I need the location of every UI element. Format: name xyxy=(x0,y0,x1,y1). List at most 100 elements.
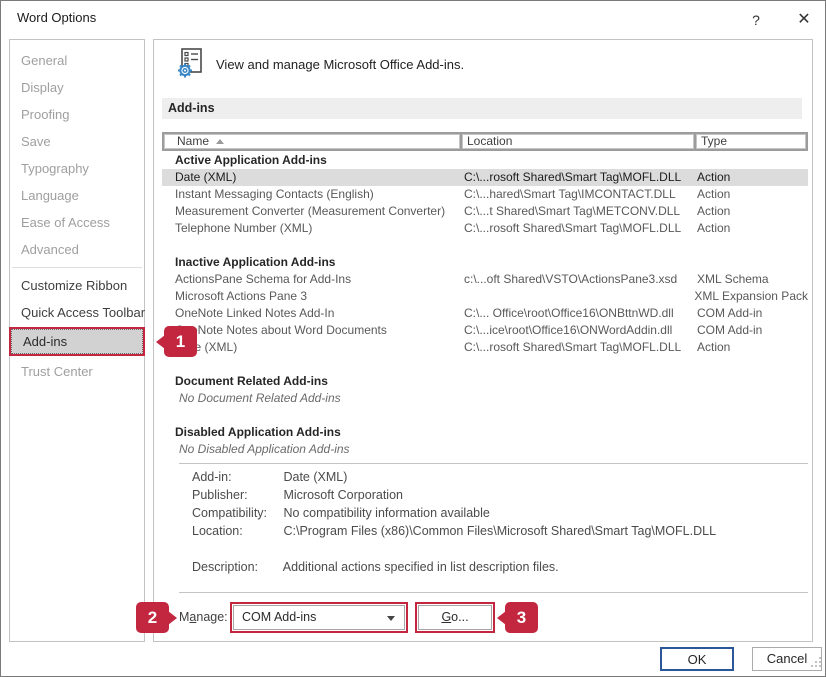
cell-location xyxy=(459,288,692,305)
annotation-step-1-number: 1 xyxy=(176,330,185,353)
go-button-accel: G xyxy=(441,610,451,624)
cell-type: COM Add-in xyxy=(694,322,808,339)
cell-type: Action xyxy=(694,186,808,203)
cell-location: c:\...oft Shared\VSTO\ActionsPane3.xsd xyxy=(460,271,694,288)
detail-label: Description: xyxy=(192,558,280,576)
window-title: Word Options xyxy=(17,10,96,25)
cell-location: C:\...hared\Smart Tag\IMCONTACT.DLL xyxy=(460,186,694,203)
annotation-step-3-number: 3 xyxy=(517,608,526,628)
go-button-suffix: o... xyxy=(451,610,468,624)
sidebar-item-add-ins[interactable]: Add-ins 1 xyxy=(11,329,143,354)
detail-value: Additional actions specified in list des… xyxy=(283,560,559,574)
cell-name: Date (XML) xyxy=(162,169,460,186)
group-header-active: Active Application Add-ins xyxy=(162,152,808,169)
manage-dropdown-value: COM Add-ins xyxy=(242,610,316,624)
sidebar-item-typography[interactable]: Typography xyxy=(10,155,144,182)
sidebar-item-customize-ribbon[interactable]: Customize Ribbon xyxy=(10,272,144,299)
detail-row-add-in: Add-in: Date (XML) xyxy=(192,468,716,486)
section-header: Add-ins xyxy=(162,98,802,119)
annotation-step-2-badge: 2 xyxy=(136,602,169,633)
table-header: Name Location Type xyxy=(162,132,808,151)
sidebar-item-advanced[interactable]: Advanced xyxy=(10,236,144,263)
manage-label: Manage: xyxy=(179,602,228,633)
detail-label: Compatibility: xyxy=(192,504,280,522)
column-header-location[interactable]: Location xyxy=(462,134,694,149)
cell-type: Action xyxy=(694,203,808,220)
ok-button[interactable]: OK xyxy=(660,647,734,671)
empty-note-label: No Document Related Add-ins xyxy=(162,390,341,407)
sidebar-item-trust-center[interactable]: Trust Center xyxy=(10,358,144,385)
add-ins-gear-icon xyxy=(174,48,204,80)
sidebar-item-save[interactable]: Save xyxy=(10,128,144,155)
empty-group-note: No Document Related Add-ins xyxy=(162,390,808,407)
sidebar: General Display Proofing Save Typography… xyxy=(9,39,145,642)
cell-location: C:\...ice\root\Office16\ONWordAddin.dll xyxy=(460,322,694,339)
group-header-disabled: Disabled Application Add-ins xyxy=(162,424,808,441)
cell-name: ActionsPane Schema for Add-Ins xyxy=(162,271,460,288)
manage-dropdown[interactable]: COM Add-ins xyxy=(233,605,405,630)
main-panel: View and manage Microsoft Office Add-ins… xyxy=(153,39,813,642)
table-row[interactable]: Telephone Number (XML) C:\...rosoft Shar… xyxy=(162,220,808,237)
cell-type: Action xyxy=(694,220,808,237)
manage-label-prefix: M xyxy=(179,610,189,624)
cell-name: OneNote Notes about Word Documents xyxy=(162,322,460,339)
annotation-box-manage-dropdown: COM Add-ins xyxy=(230,602,408,633)
cell-location: C:\...t Shared\Smart Tag\METCONV.DLL xyxy=(460,203,694,220)
sidebar-divider xyxy=(12,267,142,268)
annotation-arrow-left-icon xyxy=(156,335,165,349)
cell-location: C:\... Office\root\Office16\ONBttnWD.dll xyxy=(460,305,694,322)
table-row[interactable]: OneNote Notes about Word Documents C:\..… xyxy=(162,322,808,339)
cell-type: XML Expansion Pack xyxy=(691,288,808,305)
manage-row: 2 Manage: COM Add-ins Go... 3 xyxy=(154,602,814,634)
group-header-label: Document Related Add-ins xyxy=(162,373,328,390)
page-header: View and manage Microsoft Office Add-ins… xyxy=(174,48,464,80)
cell-type: XML Schema xyxy=(694,271,808,288)
group-header-inactive: Inactive Application Add-ins xyxy=(162,254,808,271)
page-description: View and manage Microsoft Office Add-ins… xyxy=(216,57,464,72)
detail-row-publisher: Publisher: Microsoft Corporation xyxy=(192,486,716,504)
annotation-box-go-button: Go... xyxy=(415,602,495,633)
table-row[interactable]: Measurement Converter (Measurement Conve… xyxy=(162,203,808,220)
row-spacer xyxy=(162,237,808,254)
annotation-arrow-right-icon xyxy=(168,611,177,625)
add-in-details: Add-in: Date (XML) Publisher: Microsoft … xyxy=(192,468,716,576)
table-row[interactable]: Date (XML) C:\...rosoft Shared\Smart Tag… xyxy=(162,169,808,186)
table-row[interactable]: Time (XML) C:\...rosoft Shared\Smart Tag… xyxy=(162,339,808,356)
column-header-name[interactable]: Name xyxy=(164,134,460,149)
add-ins-list: Active Application Add-ins Date (XML) C:… xyxy=(162,152,808,458)
row-spacer xyxy=(162,356,808,373)
annotation-arrow-left-icon xyxy=(497,611,506,625)
sort-ascending-icon xyxy=(216,139,224,144)
manage-divider xyxy=(179,592,808,593)
close-icon[interactable]: ✕ xyxy=(791,7,817,33)
detail-row-description: Description: Additional actions specifie… xyxy=(192,558,716,576)
cell-name: Instant Messaging Contacts (English) xyxy=(162,186,460,203)
annotation-step-1-badge: 1 xyxy=(164,326,197,357)
detail-value: Date (XML) xyxy=(283,470,347,484)
table-row[interactable]: ActionsPane Schema for Add-Ins c:\...oft… xyxy=(162,271,808,288)
annotation-step-2-number: 2 xyxy=(148,608,157,628)
cell-name: Telephone Number (XML) xyxy=(162,220,460,237)
sidebar-item-display[interactable]: Display xyxy=(10,74,144,101)
cell-name: Measurement Converter (Measurement Conve… xyxy=(162,203,460,220)
go-button[interactable]: Go... xyxy=(418,605,492,630)
sidebar-item-language[interactable]: Language xyxy=(10,182,144,209)
sidebar-item-general[interactable]: General xyxy=(10,47,144,74)
word-options-dialog: Word Options ? ✕ General Display Proofin… xyxy=(0,0,826,677)
column-header-type[interactable]: Type xyxy=(696,134,806,149)
cell-name: Microsoft Actions Pane 3 xyxy=(162,288,459,305)
sidebar-item-ease-of-access[interactable]: Ease of Access xyxy=(10,209,144,236)
detail-value: Microsoft Corporation xyxy=(283,488,403,502)
sidebar-item-quick-access-toolbar[interactable]: Quick Access Toolbar xyxy=(10,299,144,326)
group-header-label: Inactive Application Add-ins xyxy=(162,254,335,271)
table-row[interactable]: Instant Messaging Contacts (English) C:\… xyxy=(162,186,808,203)
table-row[interactable]: Microsoft Actions Pane 3 XML Expansion P… xyxy=(162,288,808,305)
column-header-location-label: Location xyxy=(467,135,512,148)
detail-row-location: Location: C:\Program Files (x86)\Common … xyxy=(192,522,716,540)
sidebar-item-proofing[interactable]: Proofing xyxy=(10,101,144,128)
detail-label: Add-in: xyxy=(192,468,280,486)
resize-grip[interactable] xyxy=(810,655,822,673)
table-row[interactable]: OneNote Linked Notes Add-In C:\... Offic… xyxy=(162,305,808,322)
help-icon[interactable]: ? xyxy=(743,7,769,33)
manage-label-suffix: nage: xyxy=(196,610,227,624)
